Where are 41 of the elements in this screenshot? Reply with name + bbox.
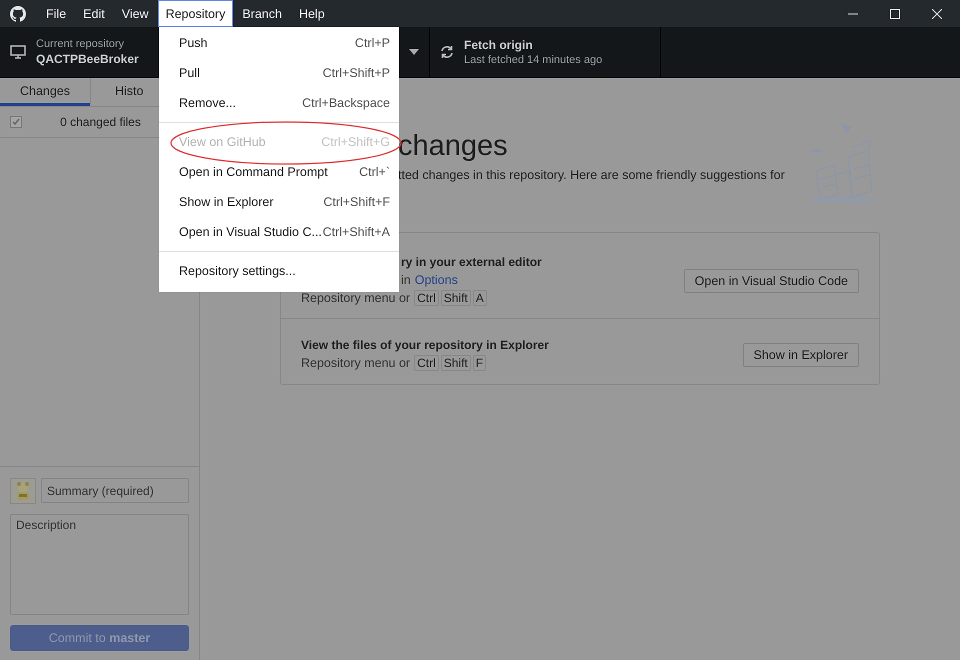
description-field[interactable]: Description bbox=[10, 514, 189, 615]
menu-item[interactable]: Show in Explorer Ctrl+Shift+F bbox=[159, 187, 399, 217]
tab[interactable]: Changes bbox=[0, 78, 90, 106]
key-cap: F bbox=[472, 355, 486, 371]
shortcut-hint: Repository menu or bbox=[301, 291, 410, 305]
suggestion-button[interactable]: Show in Explorer bbox=[742, 342, 859, 366]
menu-bar-item[interactable]: Edit bbox=[75, 0, 113, 27]
monitor-icon bbox=[10, 45, 26, 59]
summary-field[interactable]: Summary (required) bbox=[41, 478, 189, 503]
suggestion-title: ry in your external editor bbox=[401, 255, 543, 269]
menu-item[interactable]: Repository settings... bbox=[159, 256, 399, 286]
menu-bar-item[interactable]: Branch bbox=[234, 0, 290, 27]
menu-item[interactable]: Open in Visual Studio C...Ctrl+Shift+A bbox=[159, 217, 399, 247]
checkbox[interactable] bbox=[10, 116, 22, 128]
sync-icon[interactable] bbox=[440, 45, 454, 59]
fetch-status: Last fetched 14 minutes ago bbox=[464, 54, 602, 66]
key-cap: A bbox=[472, 290, 487, 306]
menu-bar-item[interactable]: View bbox=[114, 0, 157, 27]
repository-name[interactable]: QACTPBeeBroker bbox=[36, 52, 139, 66]
shortcut-hint: Repository menu or bbox=[301, 356, 410, 370]
key-cap: Shift bbox=[440, 290, 471, 306]
menu-item[interactable]: Push Ctrl+P bbox=[159, 28, 399, 58]
suggestion-title: View the files of your repository in Explorer bbox=[301, 338, 550, 352]
fetch-title[interactable]: Fetch origin bbox=[464, 38, 602, 52]
key-cap: Ctrl bbox=[414, 290, 439, 306]
github-logo-icon bbox=[10, 6, 26, 22]
menu-item[interactable]: Open in Command Prompt Ctrl+` bbox=[159, 157, 399, 187]
key-cap: Ctrl bbox=[414, 355, 439, 371]
menu-bar-item[interactable]: Help bbox=[290, 0, 333, 27]
caret-icon[interactable] bbox=[409, 49, 419, 55]
suggestion-hint: in bbox=[401, 273, 411, 287]
suggestion-button[interactable]: Open in Visual Studio Code bbox=[684, 268, 859, 292]
toolbar-label: Current repository bbox=[36, 38, 126, 50]
key-cap: Shift bbox=[440, 355, 471, 371]
heading: changes bbox=[398, 129, 509, 164]
menu-bar-item[interactable]: File bbox=[38, 0, 74, 27]
changed-files-count: 0 changed files bbox=[59, 115, 142, 129]
close-icon[interactable] bbox=[932, 8, 942, 18]
maximize-icon[interactable] bbox=[890, 8, 900, 18]
intro-text: tted changes in this repository. Here are some friendly suggestions for bbox=[398, 168, 785, 182]
menu-bar-item[interactable]: Repository bbox=[158, 0, 234, 27]
